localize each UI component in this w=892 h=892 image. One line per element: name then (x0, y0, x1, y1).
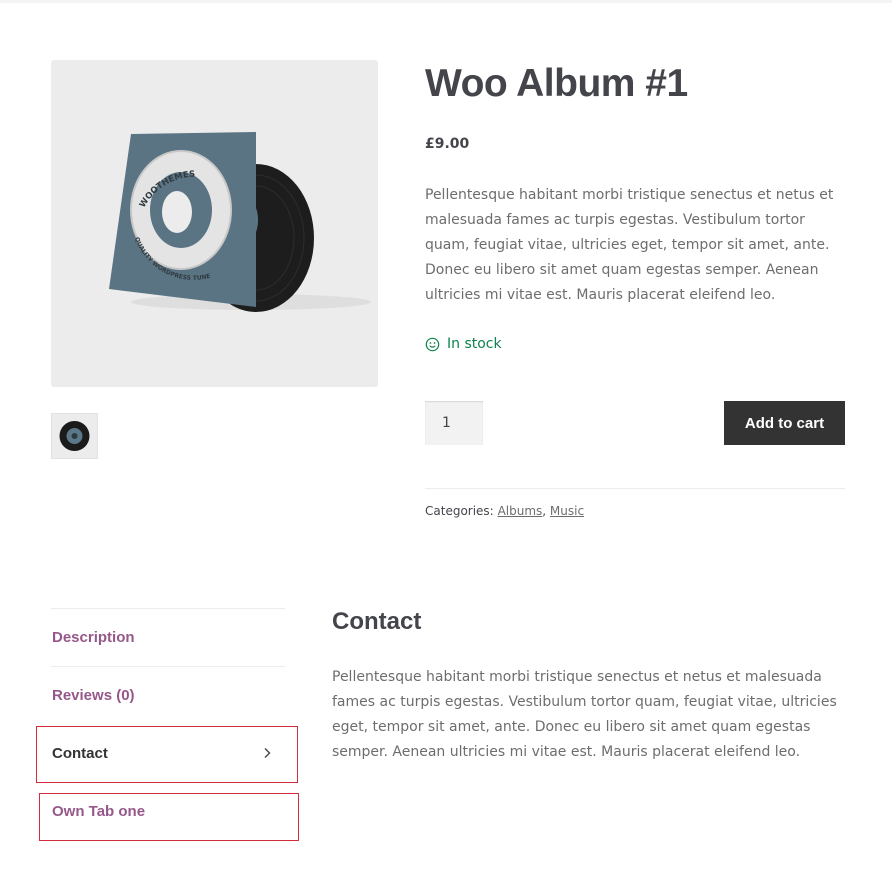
product-categories: Categories: Albums, Music (425, 504, 584, 518)
highlight-box-own-tab (39, 793, 299, 841)
product-short-description: Pellentesque habitant morbi tristique se… (425, 187, 834, 303)
tab-reviews[interactable]: Reviews (0) (52, 687, 135, 704)
meta-divider (425, 488, 845, 489)
categories-label: Categories: (425, 504, 494, 518)
tab-divider (51, 666, 285, 667)
product-main-image[interactable]: WOOTHEMES QUALITY WORDPRESS TUNES (51, 60, 378, 387)
product-title: Woo Album #1 (425, 62, 688, 105)
stock-status: In stock (425, 336, 502, 352)
highlight-box-contact (36, 726, 298, 783)
tab-description[interactable]: Description (52, 629, 135, 646)
product-price: £9.00 (425, 136, 470, 152)
quantity-input[interactable] (425, 401, 483, 445)
tab-divider (51, 608, 285, 609)
stock-label: In stock (447, 336, 502, 352)
header-divider (0, 0, 892, 3)
smiley-icon (425, 337, 440, 351)
category-link-music[interactable]: Music (550, 504, 584, 518)
product-thumbnail[interactable] (51, 413, 98, 459)
panel-text: Pellentesque habitant morbi tristique se… (332, 669, 837, 760)
category-link-albums[interactable]: Albums (498, 504, 543, 518)
category-separator: , (542, 504, 550, 518)
add-to-cart-button[interactable]: Add to cart (724, 401, 845, 445)
album-cover-image: WOOTHEMES QUALITY WORDPRESS TUNES (51, 60, 371, 312)
record-thumbnail-icon (59, 421, 90, 451)
panel-title: Contact (332, 608, 422, 635)
